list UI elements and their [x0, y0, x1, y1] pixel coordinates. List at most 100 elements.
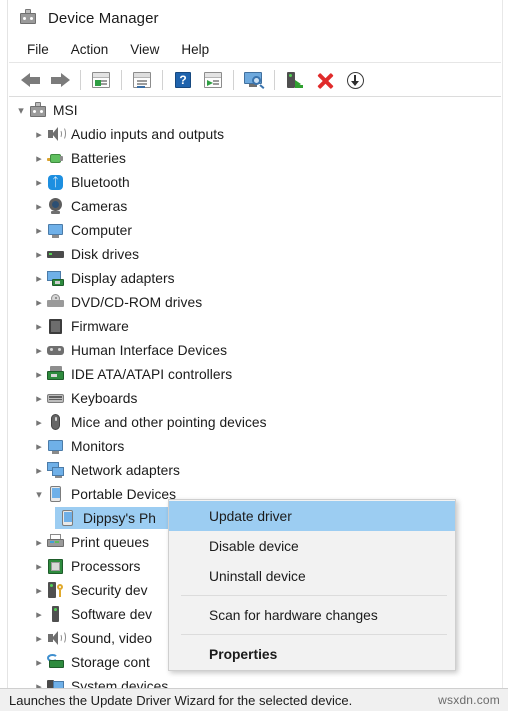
chevron-right-icon[interactable]: ▸: [31, 314, 47, 338]
tree-item-label: Software dev: [71, 606, 153, 622]
chevron-right-icon[interactable]: ▸: [31, 362, 47, 386]
computer-icon: [29, 101, 46, 119]
tree-item-msi[interactable]: ▾ MSI: [9, 98, 501, 122]
phone-icon: [59, 509, 76, 527]
chevron-right-icon[interactable]: ▸: [31, 602, 47, 626]
chevron-right-icon[interactable]: ▸: [31, 194, 47, 218]
chevron-right-icon[interactable]: ▸: [31, 242, 47, 266]
menu-bar: File Action View Help: [9, 36, 501, 63]
help-icon: ?: [175, 72, 191, 88]
toolbar: ?: [9, 64, 501, 97]
context-menu-item-disable-device[interactable]: Disable device: [169, 531, 455, 561]
tree-view-icon: [92, 72, 110, 88]
chevron-right-icon[interactable]: ▸: [31, 338, 47, 362]
window-left-edge: [0, 0, 8, 688]
menu-file[interactable]: File: [18, 39, 58, 60]
update-driver-button[interactable]: [282, 67, 308, 93]
properties-button[interactable]: [129, 67, 155, 93]
context-menu-item-properties[interactable]: Properties: [169, 639, 455, 669]
context-menu-separator: [181, 634, 447, 635]
tree-item-label: Keyboards: [71, 390, 138, 406]
menu-view[interactable]: View: [121, 39, 168, 60]
tree-item-cameras[interactable]: ▸ Cameras: [9, 194, 501, 218]
tree-item-monitors[interactable]: ▸ Monitors: [9, 434, 501, 458]
chevron-down-icon[interactable]: ▾: [31, 482, 47, 506]
software-device-icon: [47, 605, 64, 623]
toolbar-separator: [162, 70, 163, 90]
tree-item-dvd-drives[interactable]: ▸ DVD/CD-ROM drives: [9, 290, 501, 314]
context-menu-item-scan-for-hardware-changes[interactable]: Scan for hardware changes: [169, 600, 455, 630]
monitor-icon: [47, 222, 64, 239]
chevron-right-icon[interactable]: ▸: [31, 674, 47, 689]
toolbar-separator: [233, 70, 234, 90]
forward-button[interactable]: [47, 67, 73, 93]
tree-item-mice[interactable]: ▸ Mice and other pointing devices: [9, 410, 501, 434]
tree-item-ide-controllers[interactable]: ▸ IDE ATA/ATAPI controllers: [9, 362, 501, 386]
tree-item-network-adapters[interactable]: ▸ Network adapters: [9, 458, 501, 482]
tree-item-label: Mice and other pointing devices: [71, 414, 267, 430]
bluetooth-icon: ᛏ: [47, 174, 64, 191]
monitor-icon: [47, 438, 64, 455]
context-menu-item-update-driver[interactable]: Update driver: [169, 501, 455, 531]
tree-item-display-adapters[interactable]: ▸ Display adapters: [9, 266, 501, 290]
tree-item-label: Audio inputs and outputs: [71, 126, 225, 142]
chevron-right-icon[interactable]: ▸: [31, 554, 47, 578]
tree-item-computer[interactable]: ▸ Computer: [9, 218, 501, 242]
tree-item-label: Print queues: [71, 534, 150, 550]
show-hidden-devices-button[interactable]: [200, 67, 226, 93]
window-title: Device Manager: [48, 9, 159, 27]
chevron-right-icon[interactable]: ▸: [31, 578, 47, 602]
uninstall-device-button[interactable]: [342, 67, 368, 93]
tree-item-label: Sound, video: [71, 630, 153, 646]
context-menu[interactable]: Update driver Disable device Uninstall d…: [168, 499, 456, 671]
chevron-right-icon[interactable]: ▸: [31, 218, 47, 242]
back-button[interactable]: [17, 67, 43, 93]
back-arrow-icon: [20, 72, 40, 88]
processor-icon: [47, 558, 64, 575]
menu-action[interactable]: Action: [62, 39, 118, 60]
chevron-right-icon[interactable]: ▸: [31, 458, 47, 482]
chevron-right-icon[interactable]: ▸: [31, 290, 47, 314]
chevron-right-icon[interactable]: ▸: [31, 146, 47, 170]
tree-item-hid[interactable]: ▸ Human Interface Devices: [9, 338, 501, 362]
camera-icon: [47, 197, 64, 215]
chevron-right-icon[interactable]: ▸: [31, 434, 47, 458]
disk-drive-icon: [47, 246, 64, 263]
chevron-right-icon[interactable]: ▸: [31, 266, 47, 290]
chevron-down-icon[interactable]: ▾: [13, 98, 29, 122]
watermark: wsxdn.com: [438, 693, 500, 707]
chevron-right-icon[interactable]: ▸: [31, 386, 47, 410]
portable-device-icon: [47, 485, 64, 503]
chevron-right-icon[interactable]: ▸: [31, 122, 47, 146]
context-menu-item-uninstall-device[interactable]: Uninstall device: [169, 561, 455, 591]
tree-item-label: MSI: [53, 102, 78, 118]
device-manager-icon: [19, 9, 37, 27]
tree-view-button[interactable]: [88, 67, 114, 93]
speaker-icon: [47, 630, 66, 647]
tree-item-label: Processors: [71, 558, 141, 574]
chevron-right-icon[interactable]: ▸: [31, 530, 47, 554]
help-button[interactable]: ?: [170, 67, 196, 93]
tree-item-bluetooth[interactable]: ▸ ᛏ Bluetooth: [9, 170, 501, 194]
tree-item-label: Firmware: [71, 318, 129, 334]
title-bar: Device Manager: [9, 0, 501, 36]
chevron-right-icon[interactable]: ▸: [31, 410, 47, 434]
tree-item-audio[interactable]: ▸ Audio inputs and outputs: [9, 122, 501, 146]
scan-for-hardware-changes-button[interactable]: [241, 67, 267, 93]
tree-item-firmware[interactable]: ▸ Firmware: [9, 314, 501, 338]
tree-item-label: Cameras: [71, 198, 128, 214]
tree-item-keyboards[interactable]: ▸ Keyboards: [9, 386, 501, 410]
menu-help[interactable]: Help: [172, 39, 218, 60]
tree-item-batteries[interactable]: ▸ Batteries: [9, 146, 501, 170]
tree-item-label: Human Interface Devices: [71, 342, 228, 358]
tree-item-system-devices[interactable]: ▸ System devices: [9, 674, 501, 688]
disable-device-button[interactable]: [312, 67, 338, 93]
tree-item-label: Batteries: [71, 150, 126, 166]
update-driver-icon: [286, 71, 304, 89]
security-device-icon: [47, 581, 64, 599]
chevron-right-icon[interactable]: ▸: [31, 650, 47, 674]
chevron-right-icon[interactable]: ▸: [31, 170, 47, 194]
chevron-right-icon[interactable]: ▸: [31, 626, 47, 650]
tree-item-label: Network adapters: [71, 462, 180, 478]
tree-item-disk-drives[interactable]: ▸ Disk drives: [9, 242, 501, 266]
